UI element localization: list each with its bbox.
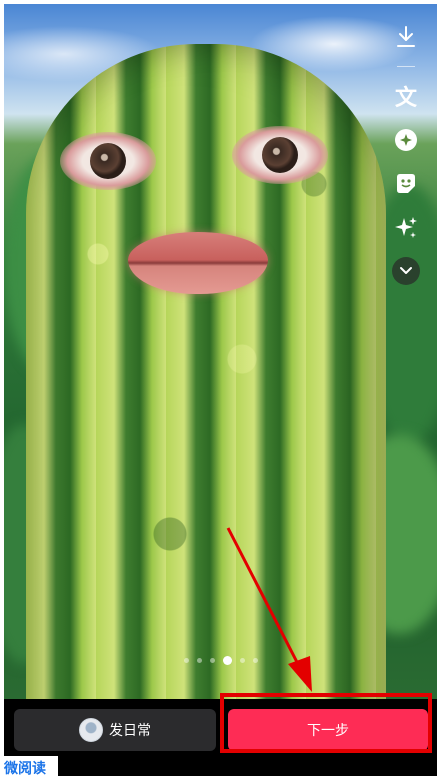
watermark-text: 微阅读 bbox=[4, 761, 46, 777]
annotation-arrow-head bbox=[288, 656, 312, 692]
watermark: 微阅读 bbox=[0, 756, 58, 780]
annotation-arrow-line bbox=[226, 527, 302, 669]
annotation-highlight-box bbox=[220, 693, 432, 753]
annotation-arrow bbox=[226, 527, 312, 692]
